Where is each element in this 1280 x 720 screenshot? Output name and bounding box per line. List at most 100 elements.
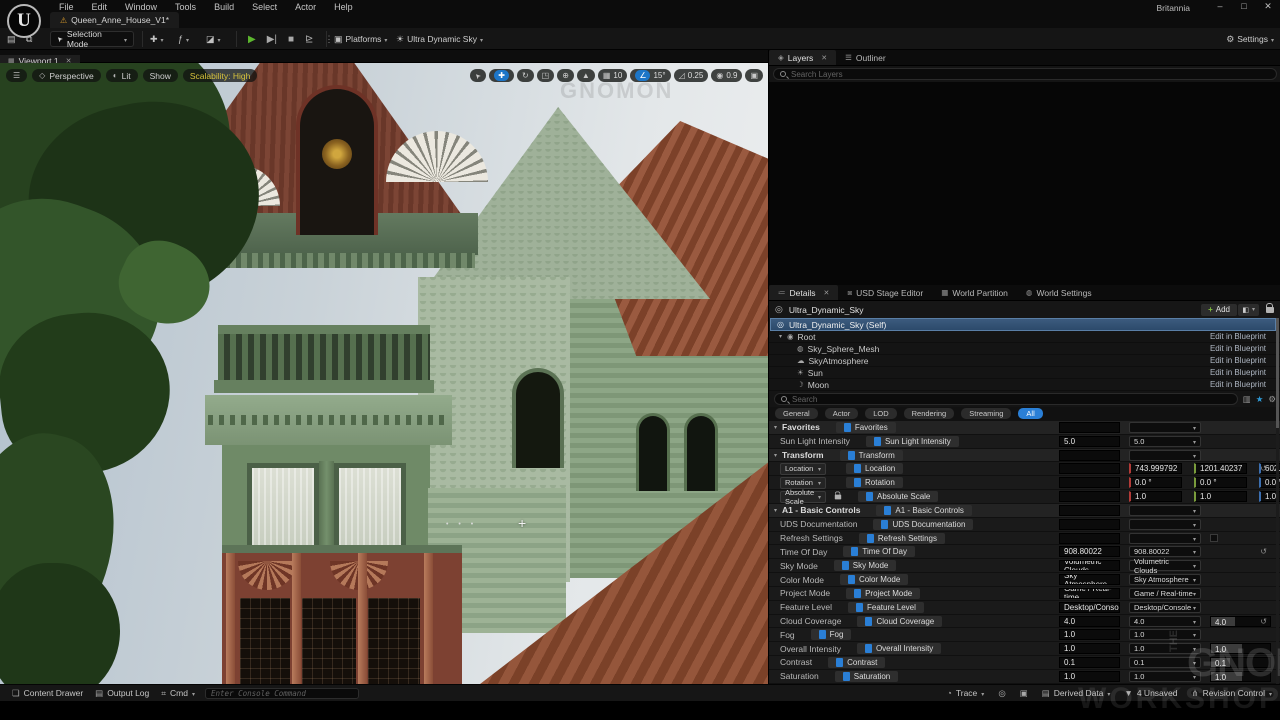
uds-documentation-button[interactable]: Refresh Settings (859, 533, 945, 544)
property-row[interactable]: ▾ Location Location Location Location 74… (769, 462, 1280, 476)
content-drawer-button[interactable]: ❏Content Drawer (12, 688, 83, 699)
property-row[interactable]: ▾ Transform Transform Transform Transfor… (769, 449, 1280, 463)
lock-icon[interactable] (1266, 307, 1274, 313)
property-dropdown[interactable]: 1.0 (1129, 643, 1201, 654)
capture-button[interactable]: ▣ (1020, 688, 1028, 699)
property-dropdown[interactable]: Volumetric Clouds (1129, 560, 1201, 571)
property-dropdown[interactable] (1129, 505, 1201, 516)
trace-dropdown[interactable]: ◔Trace (947, 688, 985, 698)
edit-in-blueprint-link[interactable]: Edit in Blueprint (1210, 356, 1266, 365)
property-row[interactable]: ▾ Sky Mode Sky Mode Sky Mode Sky Mode Vo… (769, 559, 1280, 573)
blueprints-button[interactable]: ƒ (178, 28, 189, 50)
window-control-button[interactable]: – (1214, 1, 1226, 12)
menu-item[interactable]: File (50, 2, 83, 12)
property-row[interactable]: ▾ Favorites Favorites Favorites Favorite… (769, 421, 1280, 435)
uds-documentation-button[interactable]: Absolute Scale (858, 491, 938, 502)
property-row[interactable]: ▾ UDS Documentation UDS Documentation UD… (769, 518, 1280, 532)
uds-documentation-button[interactable]: Cloud Coverage (857, 616, 942, 627)
property-dropdown[interactable]: 1.0 (1129, 671, 1201, 682)
frame-skip-button[interactable]: ▶| (267, 34, 277, 45)
component-row-selected[interactable]: ◎ Ultra_Dynamic_Sky (Self) (770, 318, 1276, 331)
uds-documentation-button[interactable]: Time Of Day (843, 546, 915, 557)
number-field[interactable] (1059, 463, 1120, 474)
uds-documentation-button[interactable]: Project Mode (846, 588, 920, 599)
camera-speed-control[interactable]: ◉0.9 (711, 69, 742, 82)
scalability-indicator[interactable]: Scalability: High (183, 69, 257, 82)
property-row[interactable]: ▾ Refresh Settings Refresh Settings Refr… (769, 532, 1280, 546)
select-tool-button[interactable]: ➤ (470, 69, 486, 82)
property-dropdown[interactable] (1129, 450, 1201, 461)
uds-documentation-button[interactable]: Sky Mode (834, 560, 897, 571)
uds-documentation-button[interactable]: Favorites (836, 422, 896, 433)
property-row[interactable]: ▾ Color Mode Color Mode Color Mode Color… (769, 573, 1280, 587)
asset-tab[interactable]: ⚠ Queen_Anne_House_V1* (50, 12, 179, 28)
uds-documentation-button[interactable]: Contrast (828, 657, 885, 668)
vector-y-field[interactable]: 0.0 ° (1194, 477, 1247, 488)
menu-item[interactable]: Window (116, 2, 166, 12)
edit-in-blueprint-link[interactable]: Edit in Blueprint (1210, 380, 1266, 389)
viewport-options-menu[interactable]: ☰ (6, 69, 27, 82)
layers-list-empty[interactable] (769, 82, 1280, 285)
menu-item[interactable]: Tools (166, 2, 205, 12)
close-icon[interactable]: ✕ (823, 289, 829, 297)
property-row[interactable]: ▾ Cloud Coverage Cloud Coverage Cloud Co… (769, 615, 1280, 629)
derived-data-dropdown[interactable]: ▤Derived Data (1042, 688, 1111, 699)
property-dropdown[interactable]: Sky Atmosphere (1129, 574, 1201, 585)
property-row[interactable]: ▾ Rotation Rotation Rotation Rotation 0.… (769, 476, 1280, 490)
scrollbar-thumb[interactable] (1276, 318, 1279, 428)
filter-chip[interactable]: General (775, 408, 818, 419)
world-space-toggle[interactable]: ⊕ (557, 69, 574, 82)
details-scrollbar[interactable] (1276, 318, 1279, 684)
component-tree-row[interactable]: ▾ ◉ Root Edit in Blueprint (769, 331, 1280, 343)
property-dropdown[interactable]: Desktop/Console (1129, 602, 1201, 613)
component-view-options[interactable]: ◧ (1238, 304, 1259, 316)
menu-item[interactable]: Actor (286, 2, 325, 12)
close-icon[interactable]: ✕ (821, 54, 827, 62)
number-field[interactable]: Volumetric Clouds (1059, 560, 1120, 571)
slider-field[interactable]: 0.1 (1210, 657, 1271, 668)
vector-x-field[interactable]: 0.0 ° (1129, 477, 1182, 488)
settings-dropdown[interactable]: ⚙ Settings (1226, 28, 1274, 50)
uds-documentation-button[interactable]: Rotation (846, 477, 903, 488)
property-row[interactable]: ▾ Project Mode Project Mode Project Mode… (769, 587, 1280, 601)
cmd-dropdown[interactable]: ⌗Cmd (161, 688, 195, 699)
details-search-input[interactable] (792, 395, 1231, 404)
component-tree-row[interactable]: ☁ SkyAtmosphere Edit in Blueprint (769, 355, 1280, 367)
uds-documentation-button[interactable]: A1 - Basic Controls (876, 505, 971, 516)
show-dropdown[interactable]: Show (143, 69, 178, 82)
edit-in-blueprint-link[interactable]: Edit in Blueprint (1210, 344, 1266, 353)
property-dropdown[interactable]: 0.1 (1129, 657, 1201, 668)
unsaved-button[interactable]: ▼4 Unsaved (1124, 688, 1177, 698)
number-field[interactable]: 5.0 (1059, 436, 1120, 447)
property-row[interactable]: ▾ A1 - Basic Controls A1 - Basic Control… (769, 504, 1280, 518)
surface-snap-toggle[interactable]: ▲ (577, 69, 595, 82)
number-field[interactable]: 908.80022 (1059, 546, 1120, 557)
quick-add-button[interactable]: ✚ (150, 28, 164, 50)
filter-chip[interactable]: LOD (865, 408, 896, 419)
vector-y-field[interactable]: 1201.40237 (1194, 463, 1247, 474)
number-field[interactable]: 1.0 (1059, 643, 1120, 654)
vector-x-field[interactable]: 1.0 (1129, 491, 1182, 502)
perspective-dropdown[interactable]: ◇Perspective (32, 69, 101, 82)
filter-chip[interactable]: Rendering (904, 408, 955, 419)
panel-tab[interactable]: ◍ World Settings (1017, 285, 1101, 300)
play-button[interactable]: ▶ (248, 34, 256, 45)
property-row[interactable]: ▾ Contrast Contrast Contrast Contrast 0.… (769, 656, 1280, 670)
grid-snap-control[interactable]: ▦10 (598, 69, 627, 82)
number-field[interactable] (1059, 505, 1120, 516)
property-dropdown[interactable] (1129, 422, 1201, 433)
vector-y-field[interactable]: 1.0 (1194, 491, 1247, 502)
output-log-button[interactable]: ▤Output Log (95, 688, 149, 699)
uds-documentation-button[interactable]: Overall Intensity (857, 643, 941, 654)
number-field[interactable]: 1.0 (1059, 671, 1120, 682)
number-field[interactable] (1059, 533, 1120, 544)
move-tool-button[interactable]: ✚ (489, 69, 514, 82)
property-dropdown[interactable]: 5.0 (1129, 436, 1201, 447)
details-settings-gear-icon[interactable]: ⚙ (1268, 394, 1276, 405)
property-dropdown[interactable]: 4.0 (1129, 616, 1201, 627)
uds-documentation-button[interactable]: Transform (840, 450, 903, 461)
component-tree-row[interactable]: ☀ Sun Edit in Blueprint (769, 367, 1280, 379)
scale-tool-button[interactable]: ◳ (537, 69, 555, 82)
console-command-input[interactable] (205, 688, 359, 699)
lit-dropdown[interactable]: ◐Lit (106, 69, 138, 82)
